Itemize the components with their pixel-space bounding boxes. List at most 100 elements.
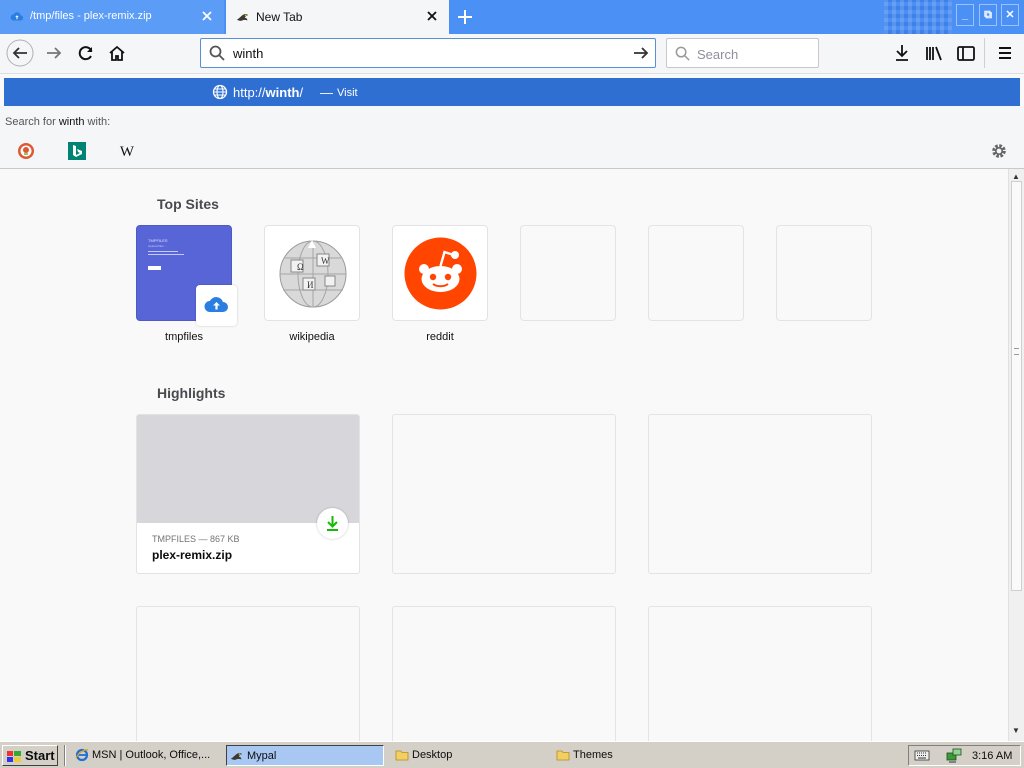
taskbar-item-label: Themes <box>573 749 613 761</box>
library-icon[interactable] <box>920 39 948 67</box>
vertical-scrollbar[interactable]: ▲ ▼ <box>1008 169 1024 741</box>
wikipedia-globe-icon: Ω W И <box>279 240 347 308</box>
duckduckgo-icon[interactable] <box>17 142 35 160</box>
taskbar: Start MSN | Outlook, Office,... Mypal De… <box>0 741 1024 768</box>
scrollbar-thumb[interactable] <box>1011 181 1022 591</box>
top-site-label: wikipedia <box>289 331 335 343</box>
start-label: Start <box>25 748 55 763</box>
highlights-heading: Highlights <box>157 385 226 401</box>
titlebar-pattern <box>884 0 952 34</box>
go-arrow-icon[interactable] <box>632 44 650 62</box>
hamburger-menu-icon[interactable] <box>991 39 1019 67</box>
tab-tmpfiles[interactable]: /tmp/files - plex-remix.zip <box>0 0 224 34</box>
mypal-logo-icon <box>236 14 249 21</box>
tab-title: /tmp/files - plex-remix.zip <box>30 10 152 22</box>
autocomplete-separator: — <box>320 85 333 100</box>
top-site-label: tmpfiles <box>165 331 203 343</box>
navigation-toolbar: winth Search <box>0 34 1024 74</box>
highlight-card[interactable]: TMPFILES — 867 KB plex-remix.zip <box>136 414 360 574</box>
taskbar-item-label: Desktop <box>412 749 453 761</box>
highlight-empty <box>136 606 360 741</box>
tab-strip: /tmp/files - plex-remix.zip New Tab _ ⧉ … <box>0 0 1024 34</box>
back-arrow-icon[interactable] <box>6 39 34 67</box>
folder-icon <box>556 750 570 761</box>
downloads-icon[interactable] <box>888 39 916 67</box>
scroll-up-icon[interactable]: ▲ <box>1012 172 1020 181</box>
taskbar-item-desktop[interactable]: Desktop <box>392 745 542 766</box>
thumb-button <box>148 266 161 270</box>
sidebar-icon[interactable] <box>952 39 980 67</box>
home-icon[interactable] <box>103 39 131 67</box>
close-tab-icon[interactable] <box>200 9 214 23</box>
minimize-button[interactable]: _ <box>956 4 974 26</box>
gear-icon[interactable] <box>989 141 1009 161</box>
autocomplete-url: http://winth/ <box>233 85 304 100</box>
tab-new-tab[interactable]: New Tab <box>226 0 449 34</box>
top-site-empty <box>648 225 744 321</box>
cloud-upload-icon <box>10 12 24 21</box>
search-with-label: Search for winth with: <box>5 116 111 128</box>
svg-text:W: W <box>321 256 330 266</box>
highlight-preview <box>137 415 359 523</box>
close-window-button[interactable]: ✕ <box>1001 4 1019 26</box>
scroll-down-icon[interactable]: ▼ <box>1012 726 1020 735</box>
taskbar-item-label: MSN | Outlook, Office,... <box>92 749 211 761</box>
highlight-empty <box>648 414 872 574</box>
taskbar-item-msn[interactable]: MSN | Outlook, Office,... <box>72 745 222 766</box>
top-site-empty <box>776 225 872 321</box>
close-tab-icon[interactable] <box>425 9 439 23</box>
taskbar-item-themes[interactable]: Themes <box>553 745 703 766</box>
one-off-search-panel: Search for winth with: W <box>0 106 1024 169</box>
empty-tile <box>648 225 744 321</box>
folder-icon <box>395 750 409 761</box>
search-icon <box>209 45 225 61</box>
clock[interactable]: 3:16 AM <box>972 750 1012 762</box>
autocomplete-visit-row[interactable]: http://winth/ — Visit <box>4 78 1020 106</box>
system-tray: 3:16 AM <box>908 745 1021 766</box>
thumb-line <box>148 251 178 252</box>
highlight-title: plex-remix.zip <box>152 548 233 562</box>
url-input[interactable]: winth <box>233 46 263 61</box>
wikipedia-thumbnail: Ω W И <box>264 225 360 321</box>
keyboard-icon[interactable] <box>914 749 930 762</box>
forward-arrow-icon[interactable] <box>40 39 68 67</box>
thumb-title: TMPFILES <box>148 238 168 243</box>
empty-tile <box>520 225 616 321</box>
new-tab-plus-icon[interactable] <box>452 4 478 30</box>
search-placeholder[interactable]: Search <box>697 47 738 62</box>
toolbar-divider <box>984 38 985 68</box>
highlight-empty <box>392 414 616 574</box>
mypal-logo-icon <box>230 753 243 760</box>
windows-logo-icon <box>7 751 21 762</box>
top-site-empty <box>520 225 616 321</box>
thumb-line <box>148 254 184 255</box>
url-bar[interactable]: winth <box>200 38 656 68</box>
top-site-reddit[interactable]: reddit <box>392 225 488 343</box>
restore-button[interactable]: ⧉ <box>979 4 997 26</box>
highlight-empty <box>648 606 872 741</box>
highlight-badge <box>317 508 348 539</box>
taskbar-divider <box>64 745 66 766</box>
new-tab-page: Top Sites TMPFILES Upload files ... tmpf… <box>0 169 1008 741</box>
start-button[interactable]: Start <box>2 745 58 766</box>
svg-text:Ω: Ω <box>297 262 304 272</box>
network-icon[interactable] <box>945 748 963 764</box>
cloud-upload-icon <box>204 297 228 312</box>
reddit-icon <box>404 237 477 310</box>
top-site-wikipedia[interactable]: Ω W И wikipedia <box>264 225 360 343</box>
tab-title: New Tab <box>256 10 303 24</box>
top-site-tmpfiles[interactable]: TMPFILES Upload files ... tmpfiles <box>136 225 237 343</box>
taskbar-item-mypal[interactable]: Mypal <box>226 745 384 766</box>
reddit-thumbnail <box>392 225 488 321</box>
thumb-subtitle: Upload files ... <box>148 244 168 248</box>
globe-icon <box>212 84 228 100</box>
search-icon <box>675 46 690 61</box>
reload-icon[interactable] <box>72 39 100 67</box>
internet-explorer-icon <box>75 748 89 762</box>
empty-tile <box>776 225 872 321</box>
search-bar[interactable]: Search <box>666 38 819 68</box>
bing-icon[interactable] <box>68 142 86 160</box>
wikipedia-icon[interactable]: W <box>118 142 136 160</box>
thumb-grip <box>1014 348 1019 355</box>
svg-text:И: И <box>307 280 314 290</box>
